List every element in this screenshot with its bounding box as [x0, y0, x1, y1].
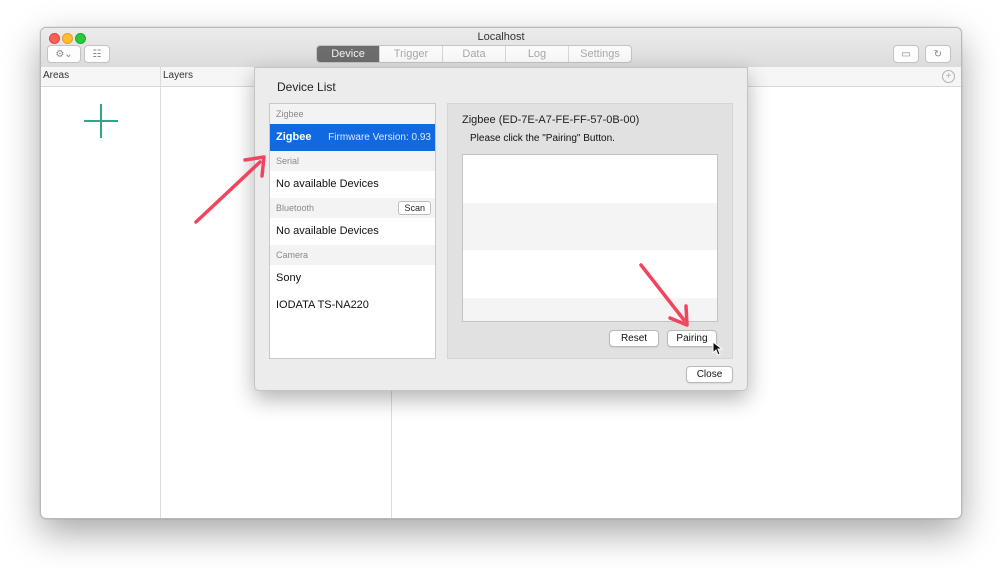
reset-button[interactable]: Reset	[609, 330, 659, 347]
scan-button[interactable]: Scan	[398, 201, 431, 215]
tab-log[interactable]: Log	[506, 46, 569, 62]
device-label: Zigbee	[276, 131, 312, 143]
pairing-log-box[interactable]	[462, 154, 718, 322]
areas-divider	[160, 67, 161, 518]
layers-header: Layers	[163, 70, 194, 81]
gear-icon: ⚙︎⌄	[55, 48, 73, 60]
add-circle-icon[interactable]: +	[942, 70, 955, 83]
list-item-serial-empty: No available Devices	[276, 178, 379, 190]
dialog-title: Device List	[277, 80, 336, 94]
refresh-button[interactable]: ↻	[925, 45, 951, 63]
main-tabs: Device Trigger Data Log Settings	[316, 45, 632, 63]
device-list: Zigbee Zigbee Firmware Version: 0.93 Ser…	[269, 103, 436, 359]
sidebar-toggle-button[interactable]: ☷	[84, 45, 110, 63]
log-row	[463, 155, 717, 203]
device-detail-panel: Zigbee (ED-7E-A7-FE-FF-57-0B-00) Please …	[447, 103, 733, 359]
title-bar: Localhost ⚙︎⌄ ☷ Device Trigger Data Log …	[41, 28, 961, 68]
window-title: Localhost	[477, 31, 525, 43]
list-item-zigbee[interactable]: Zigbee Firmware Version: 0.93	[270, 124, 435, 151]
detail-message: Please click the "Pairing" Button.	[470, 133, 615, 144]
firmware-version: Firmware Version: 0.93	[328, 132, 431, 143]
close-button[interactable]: Close	[686, 366, 733, 383]
log-row	[463, 202, 717, 250]
add-area-plus-icon[interactable]	[84, 104, 118, 138]
device-list-dialog: Device List Zigbee Zigbee Firmware Versi…	[254, 67, 748, 391]
section-zigbee: Zigbee	[270, 104, 435, 124]
log-row	[463, 250, 717, 298]
pairing-button[interactable]: Pairing	[667, 330, 717, 347]
list-icon: ☷	[92, 48, 102, 60]
list-item-sony[interactable]: Sony	[270, 265, 435, 292]
section-serial: Serial	[270, 151, 435, 171]
section-label: Bluetooth	[276, 203, 315, 213]
section-bluetooth: Bluetooth Scan	[270, 198, 435, 218]
section-camera: Camera	[270, 245, 435, 265]
list-item-bluetooth-empty: No available Devices	[276, 225, 379, 237]
tab-data[interactable]: Data	[443, 46, 506, 62]
mouse-cursor-icon	[712, 341, 724, 356]
tab-trigger[interactable]: Trigger	[380, 46, 443, 62]
gear-menu-button[interactable]: ⚙︎⌄	[47, 45, 81, 63]
areas-header: Areas	[43, 70, 70, 81]
log-row	[463, 297, 717, 321]
list-item-iodata[interactable]: IODATA TS-NA220	[270, 292, 435, 319]
detail-title: Zigbee (ED-7E-A7-FE-FF-57-0B-00)	[462, 114, 640, 126]
tab-settings[interactable]: Settings	[569, 46, 631, 62]
tab-device[interactable]: Device	[317, 46, 380, 62]
monitor-button[interactable]: ▭	[893, 45, 919, 63]
monitor-icon: ▭	[901, 48, 911, 60]
refresh-icon: ↻	[933, 48, 943, 60]
